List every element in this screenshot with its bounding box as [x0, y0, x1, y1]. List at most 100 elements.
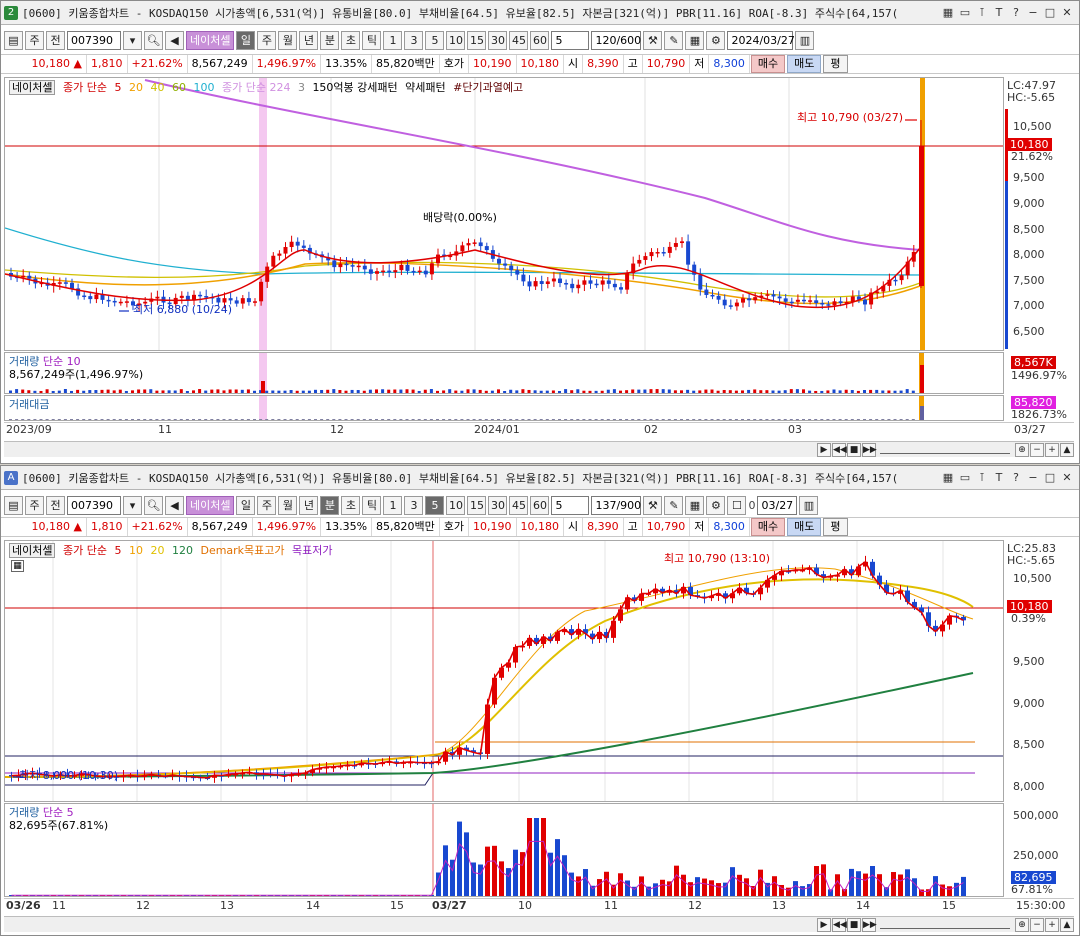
plus-icon[interactable]: + [1045, 917, 1059, 932]
maximize-icon[interactable]: □ [1042, 5, 1058, 21]
stop-icon[interactable]: ■ [847, 917, 861, 932]
interval-15[interactable]: 15 [467, 495, 487, 515]
period-year[interactable]: 년 [299, 495, 319, 515]
rewind-icon[interactable]: ◀◀ [832, 917, 847, 932]
interval-10[interactable]: 10 [446, 30, 466, 50]
period-minute[interactable]: 분 [320, 495, 340, 515]
period-day[interactable]: 일 [236, 495, 256, 515]
pin-icon[interactable]: ⊺ [974, 470, 990, 486]
interval-5[interactable]: 5 [425, 495, 445, 515]
date-input[interactable]: 2024/03/27 [727, 30, 795, 50]
period-month[interactable]: 월 [278, 30, 298, 50]
pin-icon[interactable]: ⊺ [974, 5, 990, 21]
stock-code-input[interactable]: 007390 [67, 30, 121, 50]
date-input[interactable]: 03/27 [757, 495, 798, 515]
interval-1[interactable]: 1 [383, 30, 403, 50]
buy-button[interactable]: 매수 [750, 55, 786, 73]
draw-icon[interactable]: ✎ [664, 495, 684, 515]
stop-icon[interactable]: ■ [847, 442, 861, 457]
speaker-icon[interactable]: ◀ [165, 495, 184, 515]
zoom-slider[interactable] [880, 921, 1010, 929]
interval-15[interactable]: 15 [467, 30, 487, 50]
rewind-icon[interactable]: ◀◀ [832, 442, 847, 457]
sell-button[interactable]: 매도 [787, 55, 822, 73]
count-input[interactable]: 137/900 [591, 495, 642, 515]
layout-icon[interactable]: ▦ [685, 495, 705, 515]
period-week[interactable]: 주 [257, 495, 277, 515]
grid-icon[interactable]: ▦ [940, 5, 956, 21]
zoom-slider[interactable] [880, 446, 1010, 454]
close-icon[interactable]: ✕ [1059, 470, 1075, 486]
period-second[interactable]: 초 [341, 495, 361, 515]
layout-icon[interactable]: ▦ [685, 30, 705, 50]
interval-3[interactable]: 3 [404, 30, 424, 50]
interval-10[interactable]: 10 [446, 495, 466, 515]
interval-45[interactable]: 45 [509, 30, 529, 50]
menu-icon[interactable]: ▤ [4, 30, 23, 50]
count-input[interactable]: 120/600 [591, 30, 642, 50]
period-week[interactable]: 주 [257, 30, 277, 50]
top-scrollbar[interactable]: ▶ ◀◀ ■ ▶▶ ⊕ − + ▲ [4, 441, 1074, 457]
period-month[interactable]: 월 [278, 495, 298, 515]
help-icon[interactable]: ? [1008, 470, 1024, 486]
legend-stock-name[interactable]: 네이처셀 [9, 543, 56, 558]
interval-30[interactable]: 30 [488, 30, 508, 50]
speaker-icon[interactable]: ◀ [165, 30, 184, 50]
interval-30[interactable]: 30 [488, 495, 508, 515]
dropdown-icon[interactable]: ▾ [123, 495, 142, 515]
interval-input[interactable]: 5 [551, 495, 590, 515]
interval-45[interactable]: 45 [509, 495, 529, 515]
interval-60[interactable]: 60 [530, 495, 550, 515]
top-amount-panel[interactable]: 거래대금 [4, 395, 1004, 421]
period-year[interactable]: 년 [299, 30, 319, 50]
prev-button[interactable]: 전 [46, 30, 65, 50]
period-minute[interactable]: 분 [320, 30, 340, 50]
calendar-icon[interactable]: ▥ [795, 30, 815, 50]
interval-3[interactable]: 3 [404, 495, 424, 515]
top-volume-panel[interactable]: 거래량 단순 10 8,567,249주(1,496.97%) [4, 352, 1004, 394]
maximize-icon[interactable]: □ [1042, 470, 1058, 486]
up-icon[interactable]: ▲ [1060, 442, 1074, 457]
period-tick[interactable]: 틱 [362, 495, 382, 515]
flat-button[interactable]: 평 [823, 55, 848, 73]
minus-icon[interactable]: − [1030, 442, 1044, 457]
text-icon[interactable]: T [991, 470, 1007, 486]
zoom-icon[interactable]: ⊕ [1015, 442, 1029, 457]
grid-icon[interactable]: ▦ [940, 470, 956, 486]
stock-name-button[interactable]: 네이처셀 [186, 495, 235, 515]
table-icon[interactable]: ▦ [11, 560, 24, 572]
settings-icon[interactable]: ⚙ [706, 495, 726, 515]
mode-select[interactable]: 주 [25, 30, 44, 50]
help-icon[interactable]: ? [1008, 5, 1024, 21]
search-icon[interactable]: 🔍︎ [144, 30, 163, 50]
interval-5[interactable]: 5 [425, 30, 445, 50]
sell-button[interactable]: 매도 [787, 518, 822, 536]
interval-60[interactable]: 60 [530, 30, 550, 50]
mode-select[interactable]: 주 [25, 495, 44, 515]
minimize-panel-icon[interactable]: ▭ [957, 5, 973, 21]
up-icon[interactable]: ▲ [1060, 917, 1074, 932]
text-icon[interactable]: T [991, 5, 1007, 21]
forward-icon[interactable]: ▶▶ [862, 442, 877, 457]
legend-stock-name[interactable]: 네이처셀 [9, 80, 56, 95]
interval-1[interactable]: 1 [383, 495, 403, 515]
checkbox[interactable]: ☐ [727, 495, 747, 515]
stock-name-button[interactable]: 네이처셀 [186, 30, 235, 50]
bottom-titlebar[interactable]: A [0600] 키움종합차트 - KOSDAQ150 시가총액[6,531(억… [1, 466, 1079, 490]
minus-icon[interactable]: − [1030, 917, 1044, 932]
bottom-scrollbar[interactable]: ▶ ◀◀ ■ ▶▶ ⊕ − + ▲ [4, 916, 1074, 932]
flat-button[interactable]: 평 [823, 518, 848, 536]
minimize-icon[interactable]: − [1025, 470, 1041, 486]
period-tick[interactable]: 틱 [362, 30, 382, 50]
dropdown-icon[interactable]: ▾ [123, 30, 142, 50]
interval-input[interactable]: 5 [551, 30, 590, 50]
top-price-chart[interactable]: 네이처셀 종가 단순 5 20 40 60 100 종가 단순 224 3 15… [4, 77, 1004, 351]
menu-icon[interactable]: ▤ [4, 495, 23, 515]
tools-icon[interactable]: ⚒ [643, 30, 663, 50]
bottom-price-chart[interactable]: 네이처셀 종가 단순 5 10 20 120 Demark목표고가 목표저가 ▦… [4, 540, 1004, 802]
calendar-icon[interactable]: ▥ [799, 495, 819, 515]
scroll-right-icon[interactable]: ▶ [817, 917, 831, 932]
close-icon[interactable]: ✕ [1059, 5, 1075, 21]
tools-icon[interactable]: ⚒ [643, 495, 663, 515]
buy-button[interactable]: 매수 [750, 518, 786, 536]
